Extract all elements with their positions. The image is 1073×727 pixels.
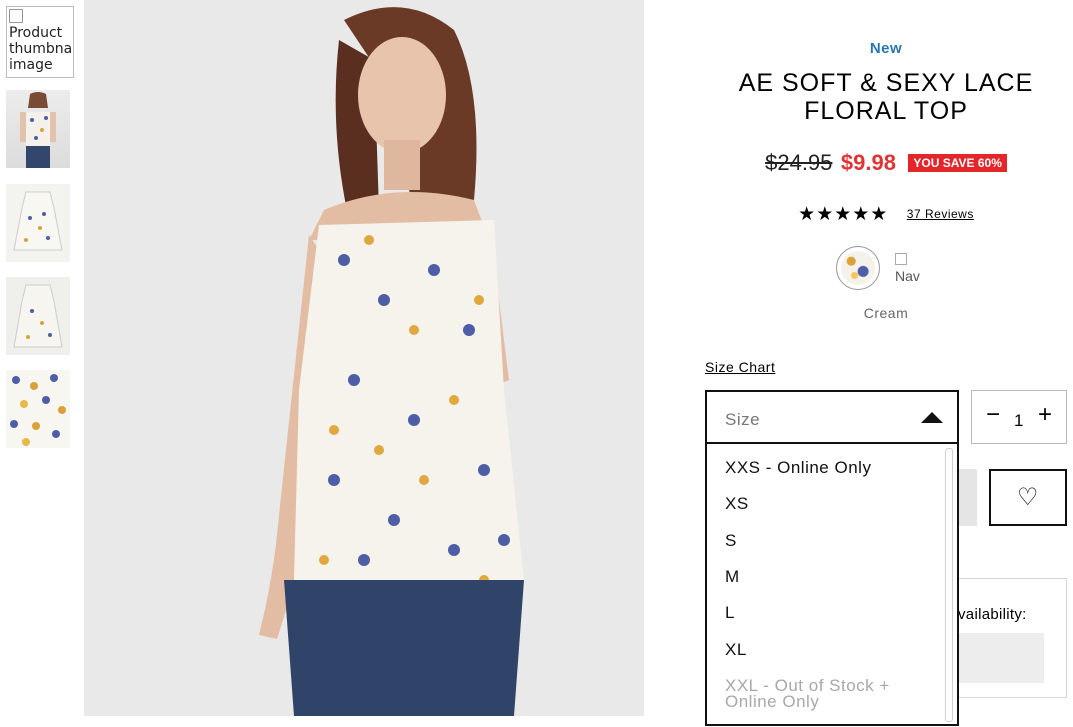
size-option-s[interactable]: S — [725, 531, 737, 551]
heart-icon: ♡ — [1017, 483, 1039, 511]
plus-button[interactable]: + — [1038, 403, 1052, 427]
broken-image-icon — [895, 253, 907, 265]
original-price: $24.95 — [765, 150, 833, 175]
main-product-image[interactable] — [84, 0, 644, 716]
price-row: $24.95 $9.98 YOU SAVE 60% — [700, 150, 1072, 176]
reviews-link[interactable]: 37 Reviews — [907, 207, 974, 221]
thumbnail-back-image — [20, 92, 56, 168]
add-to-bag-button[interactable] — [958, 469, 977, 526]
minus-button[interactable]: − — [986, 403, 1000, 427]
availability-label: vailability: — [958, 606, 1027, 623]
size-option-xxs[interactable]: XXS - Online Only — [725, 458, 871, 478]
thumbnail-alt-text: Product thumbnail image — [9, 25, 74, 73]
rating-row: ★★★★★ 37 Reviews — [700, 203, 1072, 225]
star-rating-icon: ★★★★★ — [798, 203, 889, 225]
thumbnail-flat-front[interactable] — [6, 184, 70, 262]
product-title: AE SOFT & SEXY LACE FLORAL TOP — [738, 69, 1034, 125]
store-availability-box: vailability: — [958, 578, 1067, 698]
thumbnail-fabric-image — [6, 370, 70, 448]
size-dropdown-list: XXS - Online Only XS S M L XL XXL - Out … — [705, 444, 959, 726]
quantity-stepper: − 1 + — [971, 390, 1067, 444]
dropdown-scrollbar[interactable] — [945, 448, 953, 722]
thumbnail-broken-image[interactable]: Product thumbnail image — [6, 6, 74, 78]
sale-price: $9.98 — [840, 150, 896, 175]
thumbnail-flat-front-image — [13, 191, 63, 251]
size-option-m[interactable]: M — [725, 567, 740, 587]
size-option-l[interactable]: L — [725, 603, 735, 623]
new-badge: New — [869, 40, 903, 57]
quantity-value[interactable]: 1 — [1014, 411, 1023, 431]
caret-up-icon — [921, 412, 943, 423]
thumbnail-flat-back[interactable] — [6, 277, 70, 355]
size-option-xxl: XXL - Out of Stock + Online Only — [725, 676, 890, 711]
thumbnail-flat-back-image — [13, 284, 63, 348]
size-select[interactable]: Size — [705, 390, 959, 444]
swatch-alt-text: Nav — [895, 268, 920, 284]
size-option-xl[interactable]: XL — [725, 640, 747, 660]
size-option-xs[interactable]: XS — [725, 494, 749, 514]
size-placeholder: Size — [725, 410, 761, 429]
savings-badge: YOU SAVE 60% — [908, 154, 1007, 172]
availability-button[interactable] — [958, 633, 1044, 683]
selected-color-name: Cream — [863, 305, 909, 321]
size-chart-link[interactable]: Size Chart — [705, 359, 775, 375]
thumbnail-back-view[interactable] — [6, 90, 70, 168]
thumbnail-fabric-detail[interactable] — [6, 370, 70, 448]
color-swatch-navy[interactable]: Nav — [895, 252, 931, 286]
color-swatch-cream[interactable] — [836, 246, 880, 290]
swatch-pattern — [841, 251, 875, 285]
broken-image-icon — [9, 9, 23, 23]
favorite-button[interactable]: ♡ — [989, 469, 1067, 526]
model-photo — [84, 0, 644, 716]
